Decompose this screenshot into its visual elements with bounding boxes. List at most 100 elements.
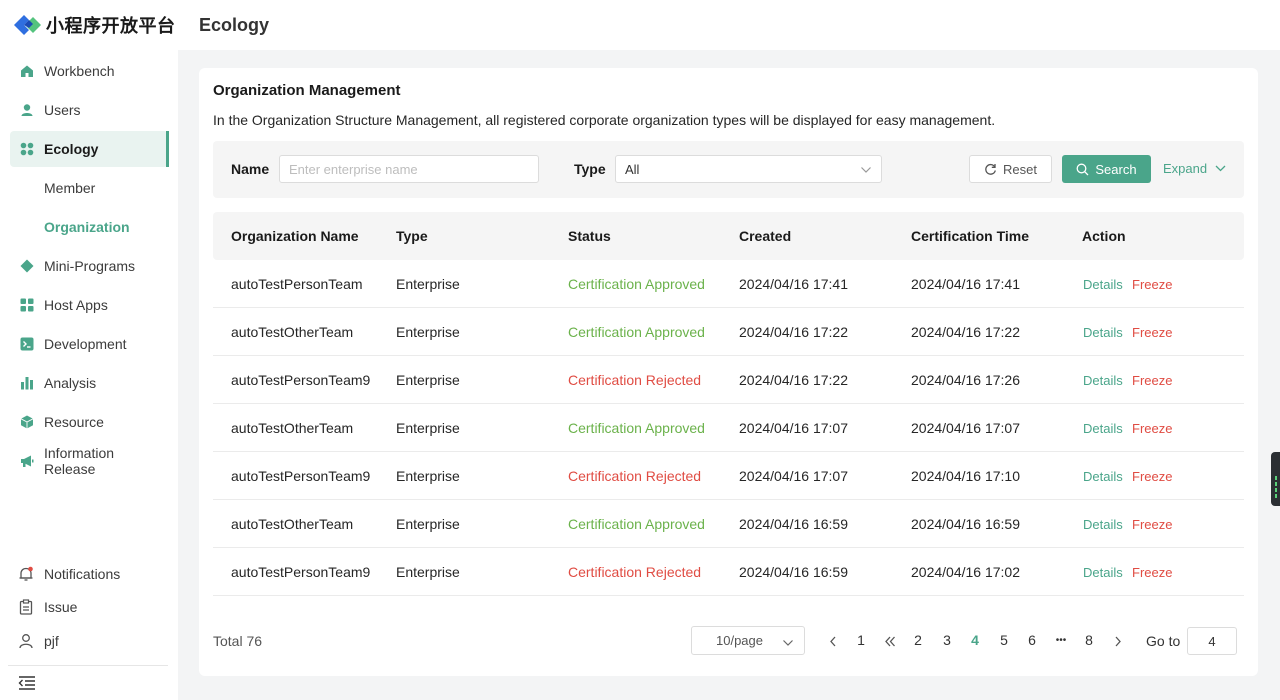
sidebar: 小程序开放平台 Workbench Users Ecology Member O…	[0, 0, 178, 700]
details-link[interactable]: Details	[1083, 469, 1123, 484]
details-link[interactable]: Details	[1083, 325, 1123, 340]
details-link[interactable]: Details	[1083, 277, 1123, 292]
sidebar-item-mini-programs[interactable]: Mini-Programs	[10, 248, 168, 284]
page-2[interactable]: 2	[910, 632, 926, 648]
sidebar-subitem-member[interactable]: Member	[44, 178, 95, 198]
created-cell: 2024/04/16 17:07	[739, 420, 848, 436]
created-cell: 2024/04/16 16:59	[739, 564, 848, 580]
search-button[interactable]: Search	[1062, 155, 1151, 183]
page-4-current[interactable]: 4	[967, 632, 983, 648]
page-3[interactable]: 3	[939, 632, 955, 648]
column-header-organization-name[interactable]: Organization Name	[231, 228, 359, 244]
sidebar-issue[interactable]: Issue	[18, 597, 77, 617]
collapse-sidebar-icon[interactable]	[18, 676, 36, 690]
type-select[interactable]: All	[615, 155, 882, 183]
card-title: Organization Management	[213, 82, 401, 99]
home-icon	[20, 64, 34, 78]
grid-icon	[20, 142, 34, 156]
person-icon	[18, 633, 34, 649]
column-header-status[interactable]: Status	[568, 228, 611, 244]
page-1[interactable]: 1	[853, 632, 869, 648]
column-header-created[interactable]: Created	[739, 228, 791, 244]
freeze-link[interactable]: Freeze	[1132, 469, 1172, 484]
table-row: autoTestPersonTeam9 Enterprise Certifica…	[213, 548, 1244, 596]
goto-label: Go to	[1146, 633, 1181, 649]
organization-name-cell: autoTestPersonTeam9	[231, 564, 371, 580]
page-size-value: 10/page	[716, 633, 763, 648]
bell-icon	[18, 566, 34, 582]
page-8[interactable]: 8	[1081, 632, 1097, 648]
prev-page-icon[interactable]	[825, 634, 841, 650]
sidebar-item-workbench[interactable]: Workbench	[10, 53, 168, 89]
created-cell: 2024/04/16 17:07	[739, 468, 848, 484]
details-link[interactable]: Details	[1083, 565, 1123, 580]
table-row: autoTestOtherTeam Enterprise Certificati…	[213, 500, 1244, 548]
logo[interactable]: 小程序开放平台	[12, 10, 176, 40]
sidebar-item-resource[interactable]: Resource	[10, 404, 168, 440]
organization-name-cell: autoTestPersonTeam	[231, 276, 363, 292]
sidebar-item-label: Users	[44, 102, 81, 118]
column-header-certification-time[interactable]: Certification Time	[911, 228, 1029, 244]
organization-name-cell: autoTestOtherTeam	[231, 420, 354, 436]
sidebar-item-ecology[interactable]: Ecology	[10, 131, 169, 167]
certification-time-cell: 2024/04/16 17:22	[911, 324, 1020, 340]
sidebar-item-label: Resource	[44, 414, 104, 430]
certification-time-cell: 2024/04/16 17:41	[911, 276, 1020, 292]
freeze-link[interactable]: Freeze	[1132, 277, 1172, 292]
page-size-select[interactable]: 10/page	[691, 626, 805, 655]
table-row: autoTestPersonTeam Enterprise Certificat…	[213, 260, 1244, 308]
expand-filters-link[interactable]: Expand	[1163, 161, 1226, 176]
page-6[interactable]: 6	[1024, 632, 1040, 648]
status-badge: Certification Approved	[568, 276, 705, 292]
sidebar-subitem-organization[interactable]: Organization	[44, 217, 130, 237]
sidebar-item-label: Mini-Programs	[44, 258, 136, 274]
status-badge: Certification Rejected	[568, 564, 702, 580]
organization-name-cell: autoTestOtherTeam	[231, 516, 354, 532]
reset-icon	[984, 163, 997, 176]
sidebar-item-information-release[interactable]: Information Release	[10, 443, 168, 479]
sidebar-item-label: Workbench	[44, 63, 115, 79]
clipboard-icon	[18, 599, 34, 615]
chevron-down-icon	[1215, 165, 1226, 172]
diamond-icon	[20, 259, 34, 273]
certification-time-cell: 2024/04/16 16:59	[911, 516, 1020, 532]
sidebar-user-profile[interactable]: pjf	[18, 631, 59, 651]
type-cell: Enterprise	[396, 372, 460, 388]
expand-label: Expand	[1163, 161, 1208, 176]
type-cell: Enterprise	[396, 516, 460, 532]
next-page-icon[interactable]	[1110, 634, 1126, 650]
sidebar-item-users[interactable]: Users	[10, 92, 168, 128]
freeze-link[interactable]: Freeze	[1132, 325, 1172, 340]
type-cell: Enterprise	[396, 468, 460, 484]
details-link[interactable]: Details	[1083, 421, 1123, 436]
name-filter-label: Name	[231, 161, 270, 177]
chevron-down-icon	[860, 162, 872, 177]
sidebar-notifications[interactable]: Notifications	[18, 564, 120, 584]
freeze-link[interactable]: Freeze	[1132, 565, 1172, 580]
issue-label: Issue	[44, 599, 78, 615]
details-link[interactable]: Details	[1083, 517, 1123, 532]
type-cell: Enterprise	[396, 420, 460, 436]
certification-time-cell: 2024/04/16 17:26	[911, 372, 1020, 388]
details-link[interactable]: Details	[1083, 373, 1123, 388]
sidebar-item-label: Information Release	[44, 445, 115, 477]
page-ellipsis[interactable]: •••	[1053, 635, 1069, 646]
top-header: Ecology	[178, 0, 1280, 50]
floating-edge-widget[interactable]	[1271, 452, 1280, 506]
sidebar-item-label: Analysis	[44, 375, 97, 391]
sidebar-item-host-apps[interactable]: Host Apps	[10, 287, 168, 323]
column-header-type[interactable]: Type	[396, 228, 428, 244]
enterprise-name-input[interactable]	[279, 155, 539, 183]
page-5[interactable]: 5	[996, 632, 1012, 648]
reset-label: Reset	[1003, 161, 1037, 177]
sidebar-item-analysis[interactable]: Analysis	[10, 365, 168, 401]
jump-back-icon[interactable]	[882, 634, 898, 650]
reset-button[interactable]: Reset	[969, 155, 1052, 183]
freeze-link[interactable]: Freeze	[1132, 421, 1172, 436]
column-header-action: Action	[1082, 228, 1126, 244]
goto-page-input[interactable]	[1187, 627, 1237, 655]
freeze-link[interactable]: Freeze	[1132, 517, 1172, 532]
status-badge: Certification Approved	[568, 420, 705, 436]
sidebar-item-development[interactable]: Development	[10, 326, 168, 362]
freeze-link[interactable]: Freeze	[1132, 373, 1172, 388]
